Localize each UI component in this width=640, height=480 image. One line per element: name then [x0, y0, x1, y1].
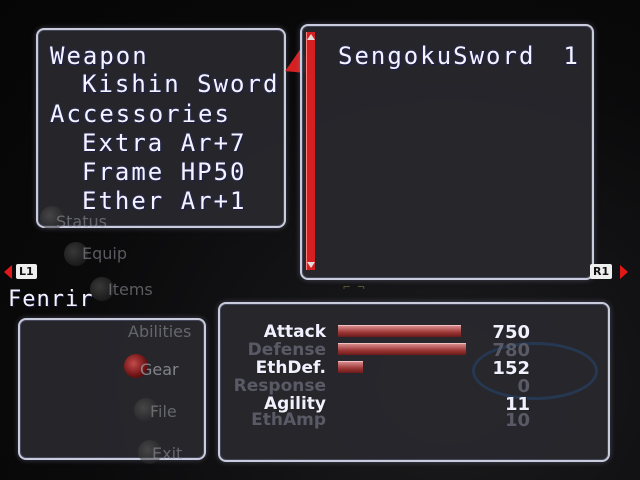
item-list-scrollbar[interactable]	[306, 32, 316, 270]
stat-label: EthDef.	[255, 358, 326, 378]
accessory-slot-1[interactable]: Extra Ar+7	[82, 129, 247, 158]
item-quantity: 1	[563, 42, 580, 70]
scroll-down-icon[interactable]	[307, 262, 315, 268]
menu-item-abilities[interactable]: Abilities	[128, 322, 191, 341]
scroll-up-icon[interactable]	[307, 34, 315, 40]
item-list-panel: SengokuSword 1	[300, 24, 594, 280]
weapon-label: Weapon	[50, 42, 149, 70]
stat-label: Defense	[247, 340, 326, 360]
menu-item-items[interactable]: Items	[108, 280, 153, 299]
weapon-value[interactable]: Kishin Sword	[82, 70, 279, 99]
stat-row-attack: Attack 750	[220, 322, 608, 343]
accessories-label: Accessories	[50, 100, 231, 128]
menu-item-status[interactable]: Status	[56, 212, 107, 231]
page-left-arrow-icon[interactable]	[4, 265, 12, 279]
stat-label: Attack	[263, 322, 326, 342]
portrait-panel: Abilities Gear File Exit	[18, 318, 206, 464]
page-right-arrow-icon[interactable]	[620, 265, 628, 279]
item-name: SengokuSword	[338, 42, 536, 70]
cursor-marker-icon: ⌐ ¬	[343, 280, 365, 294]
list-item[interactable]: SengokuSword 1	[338, 42, 580, 71]
stat-bar	[338, 325, 461, 337]
stat-row-defense: Defense 780	[220, 340, 608, 361]
l1-button[interactable]: L1	[16, 264, 37, 279]
stat-label: Response	[233, 376, 326, 396]
menu-item-equip[interactable]: Equip	[82, 244, 127, 263]
stat-value: 10	[504, 410, 530, 431]
menu-item-gear[interactable]: Gear	[140, 360, 179, 379]
stat-bar	[338, 361, 363, 373]
stat-label: EthAmp	[251, 410, 326, 430]
equipment-panel: Weapon Kishin Sword Accessories Extra Ar…	[36, 28, 286, 228]
stat-row-ethdef: EthDef. 152	[220, 358, 608, 379]
menu-item-file[interactable]: File	[150, 402, 177, 421]
r1-button[interactable]: R1	[590, 264, 613, 279]
menu-item-exit[interactable]: Exit	[152, 444, 182, 463]
accessory-slot-2[interactable]: Frame HP50	[82, 158, 247, 187]
stat-row-ethamp: EthAmp 10	[220, 410, 608, 431]
stat-row-response: Response 0	[220, 376, 608, 397]
stats-panel: Attack 750 Defense 780 EthDef. 152 Respo…	[218, 302, 610, 462]
character-name: Fenrir	[8, 287, 94, 312]
stat-bar	[338, 343, 466, 355]
